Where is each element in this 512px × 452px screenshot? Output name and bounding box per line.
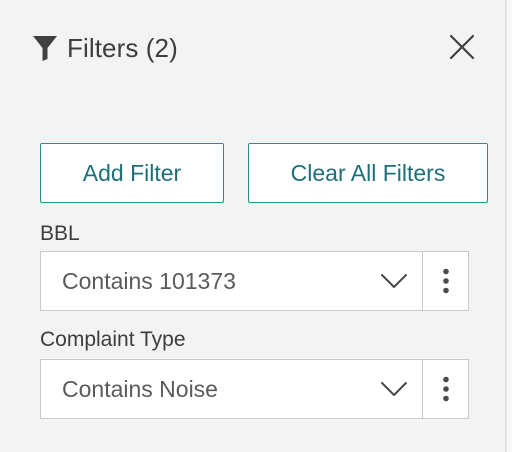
filter-menu-button-complaint-type[interactable]: [423, 359, 469, 419]
chevron-down-icon: [380, 273, 408, 289]
filter-select-complaint-type[interactable]: Contains Noise: [40, 359, 423, 419]
close-button[interactable]: [446, 31, 478, 63]
filter-label-bbl: BBL: [40, 222, 80, 245]
filter-label-complaint-type: Complaint Type: [40, 328, 186, 351]
filter-funnel-icon: [32, 34, 58, 62]
close-x-icon: [449, 34, 475, 60]
chevron-down-icon: [380, 381, 408, 397]
filter-value-complaint-type: Contains Noise: [62, 375, 218, 402]
panel-gutter: [507, 0, 512, 452]
filter-select-bbl[interactable]: Contains 101373: [40, 251, 423, 311]
panel-title: Filters (2): [67, 32, 178, 63]
filters-panel: Filters (2) Add Filter Clear All Filters…: [0, 0, 505, 452]
filter-menu-button-bbl[interactable]: [423, 251, 469, 311]
clear-all-filters-button[interactable]: Clear All Filters: [248, 143, 488, 203]
add-filter-button[interactable]: Add Filter: [40, 143, 224, 203]
more-vertical-icon: [442, 268, 449, 294]
filter-value-bbl: Contains 101373: [62, 267, 236, 294]
more-vertical-icon: [442, 376, 449, 402]
panel-header: Filters (2): [32, 30, 178, 66]
